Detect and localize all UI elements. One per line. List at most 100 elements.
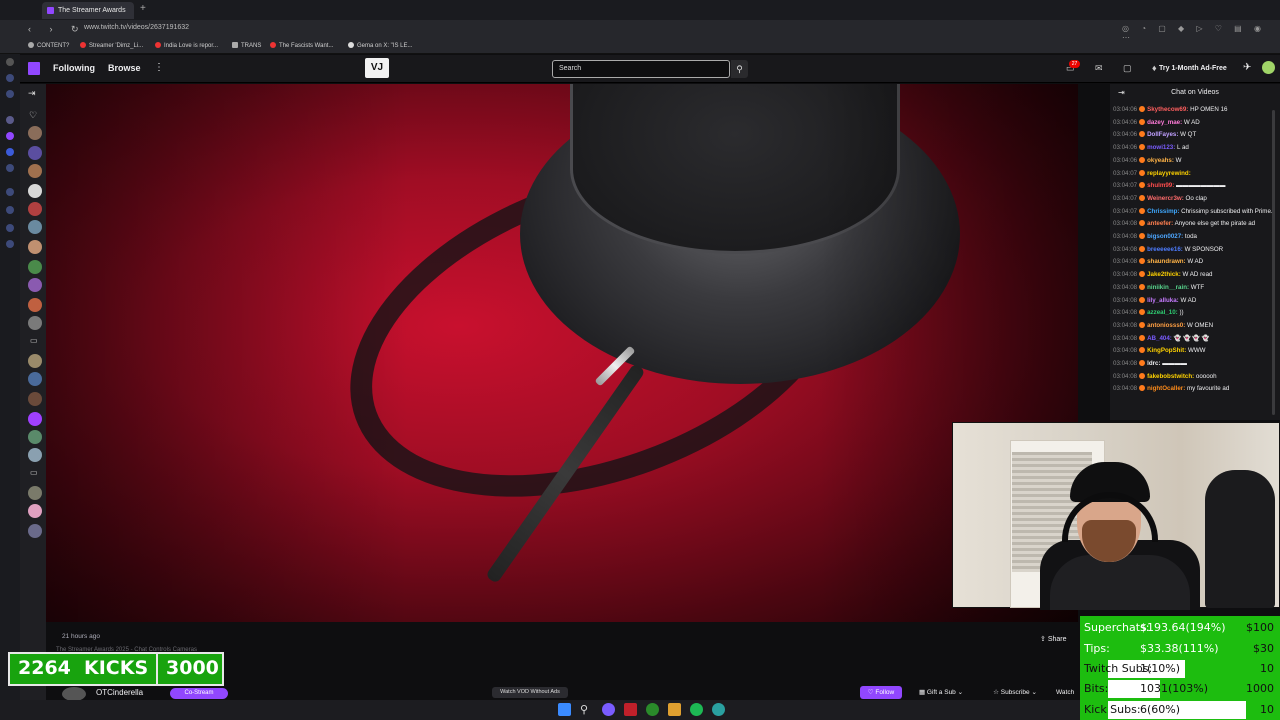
nav-buttons[interactable]: ‹ › ↻ [28,24,87,35]
chat-username[interactable]: DollFayes: [1147,131,1178,138]
channel-avatar[interactable] [28,486,42,500]
browser-sidebar-icon[interactable] [6,132,14,140]
subscribe-button[interactable]: ☆ Subscribe ⌄ [980,686,1050,699]
search-input[interactable]: Search [552,60,730,78]
start-icon[interactable] [558,703,571,716]
app-icon[interactable] [646,703,659,716]
try-ad-free-button[interactable]: Try 1-Month Ad-Free [1145,60,1237,77]
chat-username[interactable]: niniikin__rain: [1147,284,1189,291]
browser-sidebar-icon[interactable] [6,116,14,124]
channel-avatar[interactable] [28,184,42,198]
channel-avatar[interactable] [28,430,42,444]
browser-sidebar-icon[interactable] [6,164,14,172]
chat-username[interactable]: ldrc: [1147,360,1160,367]
url-field[interactable]: www.twitch.tv/videos/2637191632 [84,24,189,31]
chat-message: 03:04:07 Chrissimp: Chrissimp subscribed … [1113,206,1277,219]
channel-avatar[interactable] [28,164,42,178]
chat-username[interactable]: shaundrawn: [1147,258,1186,265]
channel-avatar[interactable] [28,504,42,518]
chat-username[interactable]: mowi123: [1147,144,1175,151]
channel-avatar[interactable] [28,372,42,386]
browser-sidebar-icon[interactable] [6,148,14,156]
chat-scrollbar[interactable] [1272,110,1275,415]
chat-username[interactable]: replayyrewind: [1147,170,1191,177]
more-menu-icon[interactable]: ⋮ [154,62,164,73]
app-icon[interactable] [624,703,637,716]
twitch-logo-icon[interactable] [28,62,40,75]
extension-logo[interactable]: VJ [365,58,389,78]
app-icon[interactable] [712,703,725,716]
goal-value: $33.38(111%) [1140,642,1219,655]
bookmark-item[interactable]: The Fascists Want... [270,42,333,49]
folder-icon[interactable] [668,703,681,716]
channel-avatar[interactable] [28,412,42,426]
channel-avatar[interactable] [28,260,42,274]
browser-tab[interactable]: The Streamer Awards [42,2,134,19]
chat-username[interactable]: anteefer: [1147,220,1173,227]
browser-sidebar-icon[interactable] [6,206,14,214]
bookmark-item[interactable]: TRANS [232,42,261,49]
bookmark-item[interactable]: CONTENT? [28,42,69,49]
chat-username[interactable]: Chrissimp: [1147,208,1179,215]
channel-avatar[interactable] [28,278,42,292]
chat-message: 03:04:08 bigson0027: toda [1113,231,1277,244]
app-icon[interactable] [602,703,615,716]
expand-sidebar-icon[interactable]: ⇥ [28,88,36,99]
browser-sidebar-icon[interactable] [6,58,14,66]
share-button[interactable]: ⇪ Share [1040,633,1080,647]
bookmark-item[interactable]: Streamer 'Dimz_Li... [80,42,143,49]
chat-username[interactable]: AB_404: [1147,335,1172,342]
chat-username[interactable]: breeeeee16: [1147,246,1183,253]
channel-avatar[interactable] [28,524,42,538]
channel-avatar-main[interactable] [62,687,86,701]
browser-sidebar-icon[interactable] [6,224,14,232]
chat-username[interactable]: antoniosss0: [1147,322,1185,329]
chat-username[interactable]: Jake2thick: [1147,271,1181,278]
nav-browse[interactable]: Browse [108,63,141,73]
costream-badge[interactable]: Co-Stream [170,688,228,699]
channel-avatar[interactable] [28,298,42,312]
nav-following[interactable]: Following [53,63,95,73]
chat-username[interactable]: azzeal_10: [1147,309,1178,316]
follow-button[interactable]: ♡ Follow [860,686,902,699]
search-icon[interactable]: ⚲ [580,703,593,716]
bookmark-item[interactable]: India Love is repor... [155,42,218,49]
chat-text: my favourite ad [1185,385,1230,393]
channel-avatar[interactable] [28,316,42,330]
chat-username[interactable]: dazey_mae: [1147,119,1182,126]
channel-avatar[interactable] [28,354,42,368]
chat-username[interactable]: nightOcaller: [1147,385,1185,392]
chat-username[interactable]: fakebobstwitch: [1147,373,1194,380]
chat-username[interactable]: bigson0027: [1147,233,1183,240]
browser-sidebar-icon[interactable] [6,74,14,82]
address-bar [0,20,1280,40]
channel-avatar[interactable] [28,448,42,462]
chat-username[interactable]: Weinercr3w: [1147,195,1184,202]
channel-name[interactable]: OTCinderella [96,688,143,697]
channel-avatar[interactable] [28,146,42,160]
new-tab-button[interactable]: + [140,3,146,14]
chat-username[interactable]: okyeahs: [1147,157,1174,164]
channel-avatar[interactable] [28,220,42,234]
browser-sidebar-icon[interactable] [6,90,14,98]
spotify-icon[interactable] [690,703,703,716]
channel-avatar[interactable] [28,202,42,216]
collapse-chat-icon[interactable]: ⇥ [1118,88,1125,97]
chat-username[interactable]: KingPopShit: [1147,347,1186,354]
gift-sub-button[interactable]: ▦ Gift a Sub ⌄ [910,686,972,699]
bookmark-item[interactable]: Gema on X: "IS LE... [348,42,413,49]
chat-username[interactable]: Skythecow69: [1147,106,1188,113]
channel-avatar[interactable] [28,240,42,254]
user-avatar[interactable] [1262,61,1275,74]
watch-button[interactable]: Watch [1056,686,1080,699]
watch-without-ads-button[interactable]: Watch VOD Without Ads [492,687,568,698]
browser-sidebar-icon[interactable] [6,240,14,248]
chat-username[interactable]: shulm99: [1147,182,1174,189]
prime-icon[interactable]: ✈ [1243,62,1251,73]
channel-avatar[interactable] [28,126,42,140]
channel-avatar[interactable] [28,392,42,406]
chat-badge-icon [1139,360,1146,367]
browser-sidebar-icon[interactable] [6,188,14,196]
search-icon[interactable]: ⚲ [731,60,748,78]
chat-username[interactable]: lily_alluka: [1147,297,1179,304]
